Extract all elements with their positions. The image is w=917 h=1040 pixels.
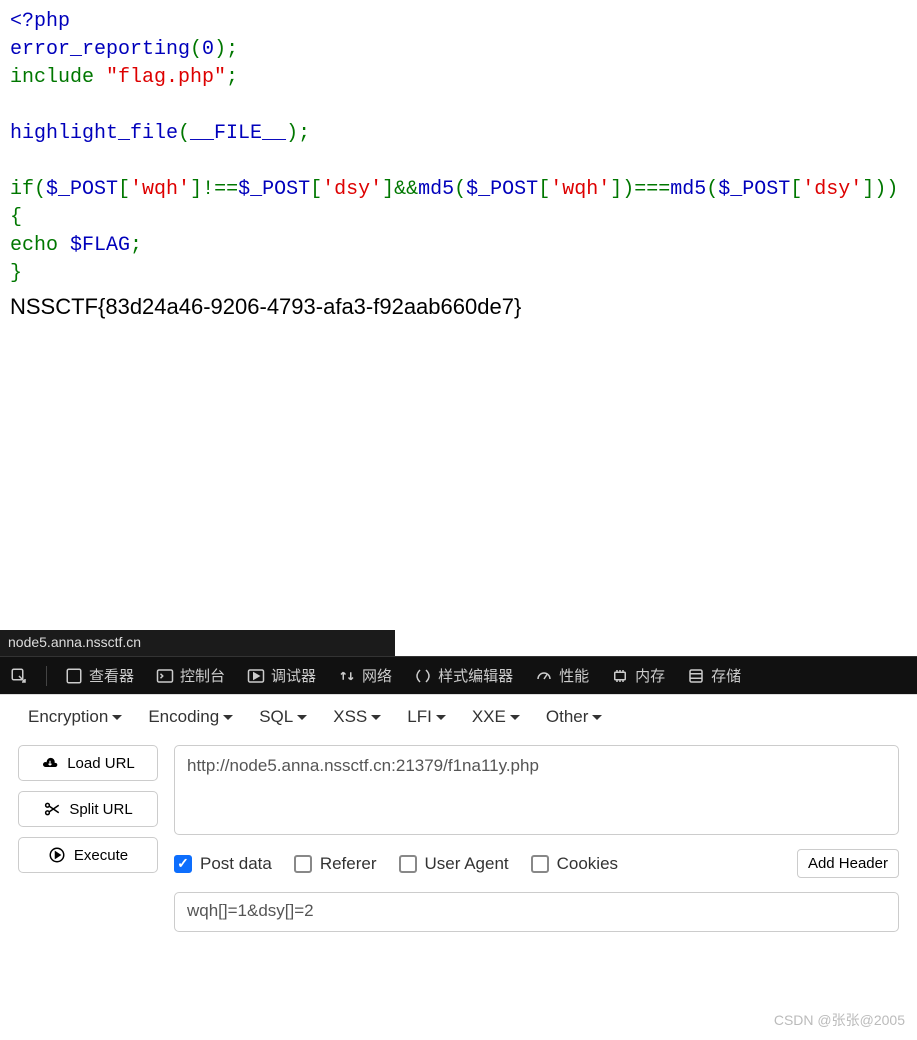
tab-network[interactable]: 网络 bbox=[334, 659, 396, 692]
chevron-down-icon bbox=[112, 715, 122, 720]
tab-style-editor[interactable]: 样式编辑器 bbox=[410, 659, 517, 692]
tab-console[interactable]: 控制台 bbox=[152, 659, 229, 692]
menu-other[interactable]: Other bbox=[546, 707, 603, 727]
checkbox-cookies[interactable]: Cookies bbox=[531, 854, 618, 874]
load-url-button[interactable]: Load URL bbox=[18, 745, 158, 781]
element-picker-icon[interactable] bbox=[6, 661, 32, 691]
tab-storage[interactable]: 存储 bbox=[683, 659, 745, 692]
php-source-code: <?php error_reporting(0); include "flag.… bbox=[0, 0, 917, 331]
post-data-input[interactable]: wqh[]=1&dsy[]=2 bbox=[174, 892, 899, 932]
tab-memory[interactable]: 内存 bbox=[607, 659, 669, 692]
chevron-down-icon bbox=[371, 715, 381, 720]
tab-debugger[interactable]: 调试器 bbox=[243, 659, 320, 692]
tab-inspector[interactable]: 查看器 bbox=[61, 659, 138, 692]
play-circle-icon bbox=[48, 846, 66, 864]
scissors-icon bbox=[43, 800, 61, 818]
checkbox-referer[interactable]: Referer bbox=[294, 854, 377, 874]
checkbox-user-agent[interactable]: User Agent bbox=[399, 854, 509, 874]
checkbox-icon: ✓ bbox=[174, 855, 192, 873]
chevron-down-icon bbox=[436, 715, 446, 720]
checkbox-icon bbox=[531, 855, 549, 873]
status-bar: node5.anna.nssctf.cn bbox=[0, 630, 395, 656]
php-open-tag: <?php bbox=[10, 10, 70, 33]
menu-sql[interactable]: SQL bbox=[259, 707, 307, 727]
watermark: CSDN @张张@2005 bbox=[774, 1010, 905, 1030]
split-url-button[interactable]: Split URL bbox=[18, 791, 158, 827]
chevron-down-icon bbox=[592, 715, 602, 720]
tab-performance[interactable]: 性能 bbox=[531, 659, 593, 692]
menu-encryption[interactable]: Encryption bbox=[28, 707, 122, 727]
checkbox-post-data[interactable]: ✓ Post data bbox=[174, 854, 272, 874]
menu-encoding[interactable]: Encoding bbox=[148, 707, 233, 727]
menu-xss[interactable]: XSS bbox=[333, 707, 381, 727]
cloud-download-icon bbox=[41, 754, 59, 772]
hackbar-menu: Encryption Encoding SQL XSS LFI XXE Othe… bbox=[18, 707, 899, 727]
options-row: ✓ Post data Referer User Agent Cookies A… bbox=[174, 849, 899, 878]
checkbox-icon bbox=[294, 855, 312, 873]
url-input[interactable]: http://node5.anna.nssctf.cn:21379/f1na11… bbox=[174, 745, 899, 835]
menu-lfi[interactable]: LFI bbox=[407, 707, 446, 727]
devtools-tabs: 查看器 控制台 调试器 网络 样式编辑器 性能 内存 存储 bbox=[0, 656, 917, 694]
hackbar-panel: Encryption Encoding SQL XSS LFI XXE Othe… bbox=[0, 694, 917, 944]
chevron-down-icon bbox=[223, 715, 233, 720]
chevron-down-icon bbox=[297, 715, 307, 720]
checkbox-icon bbox=[399, 855, 417, 873]
flag-output: NSSCTF{83d24a46-9206-4793-afa3-f92aab660… bbox=[10, 292, 907, 323]
add-header-button[interactable]: Add Header bbox=[797, 849, 899, 878]
menu-xxe[interactable]: XXE bbox=[472, 707, 520, 727]
chevron-down-icon bbox=[510, 715, 520, 720]
execute-button[interactable]: Execute bbox=[18, 837, 158, 873]
